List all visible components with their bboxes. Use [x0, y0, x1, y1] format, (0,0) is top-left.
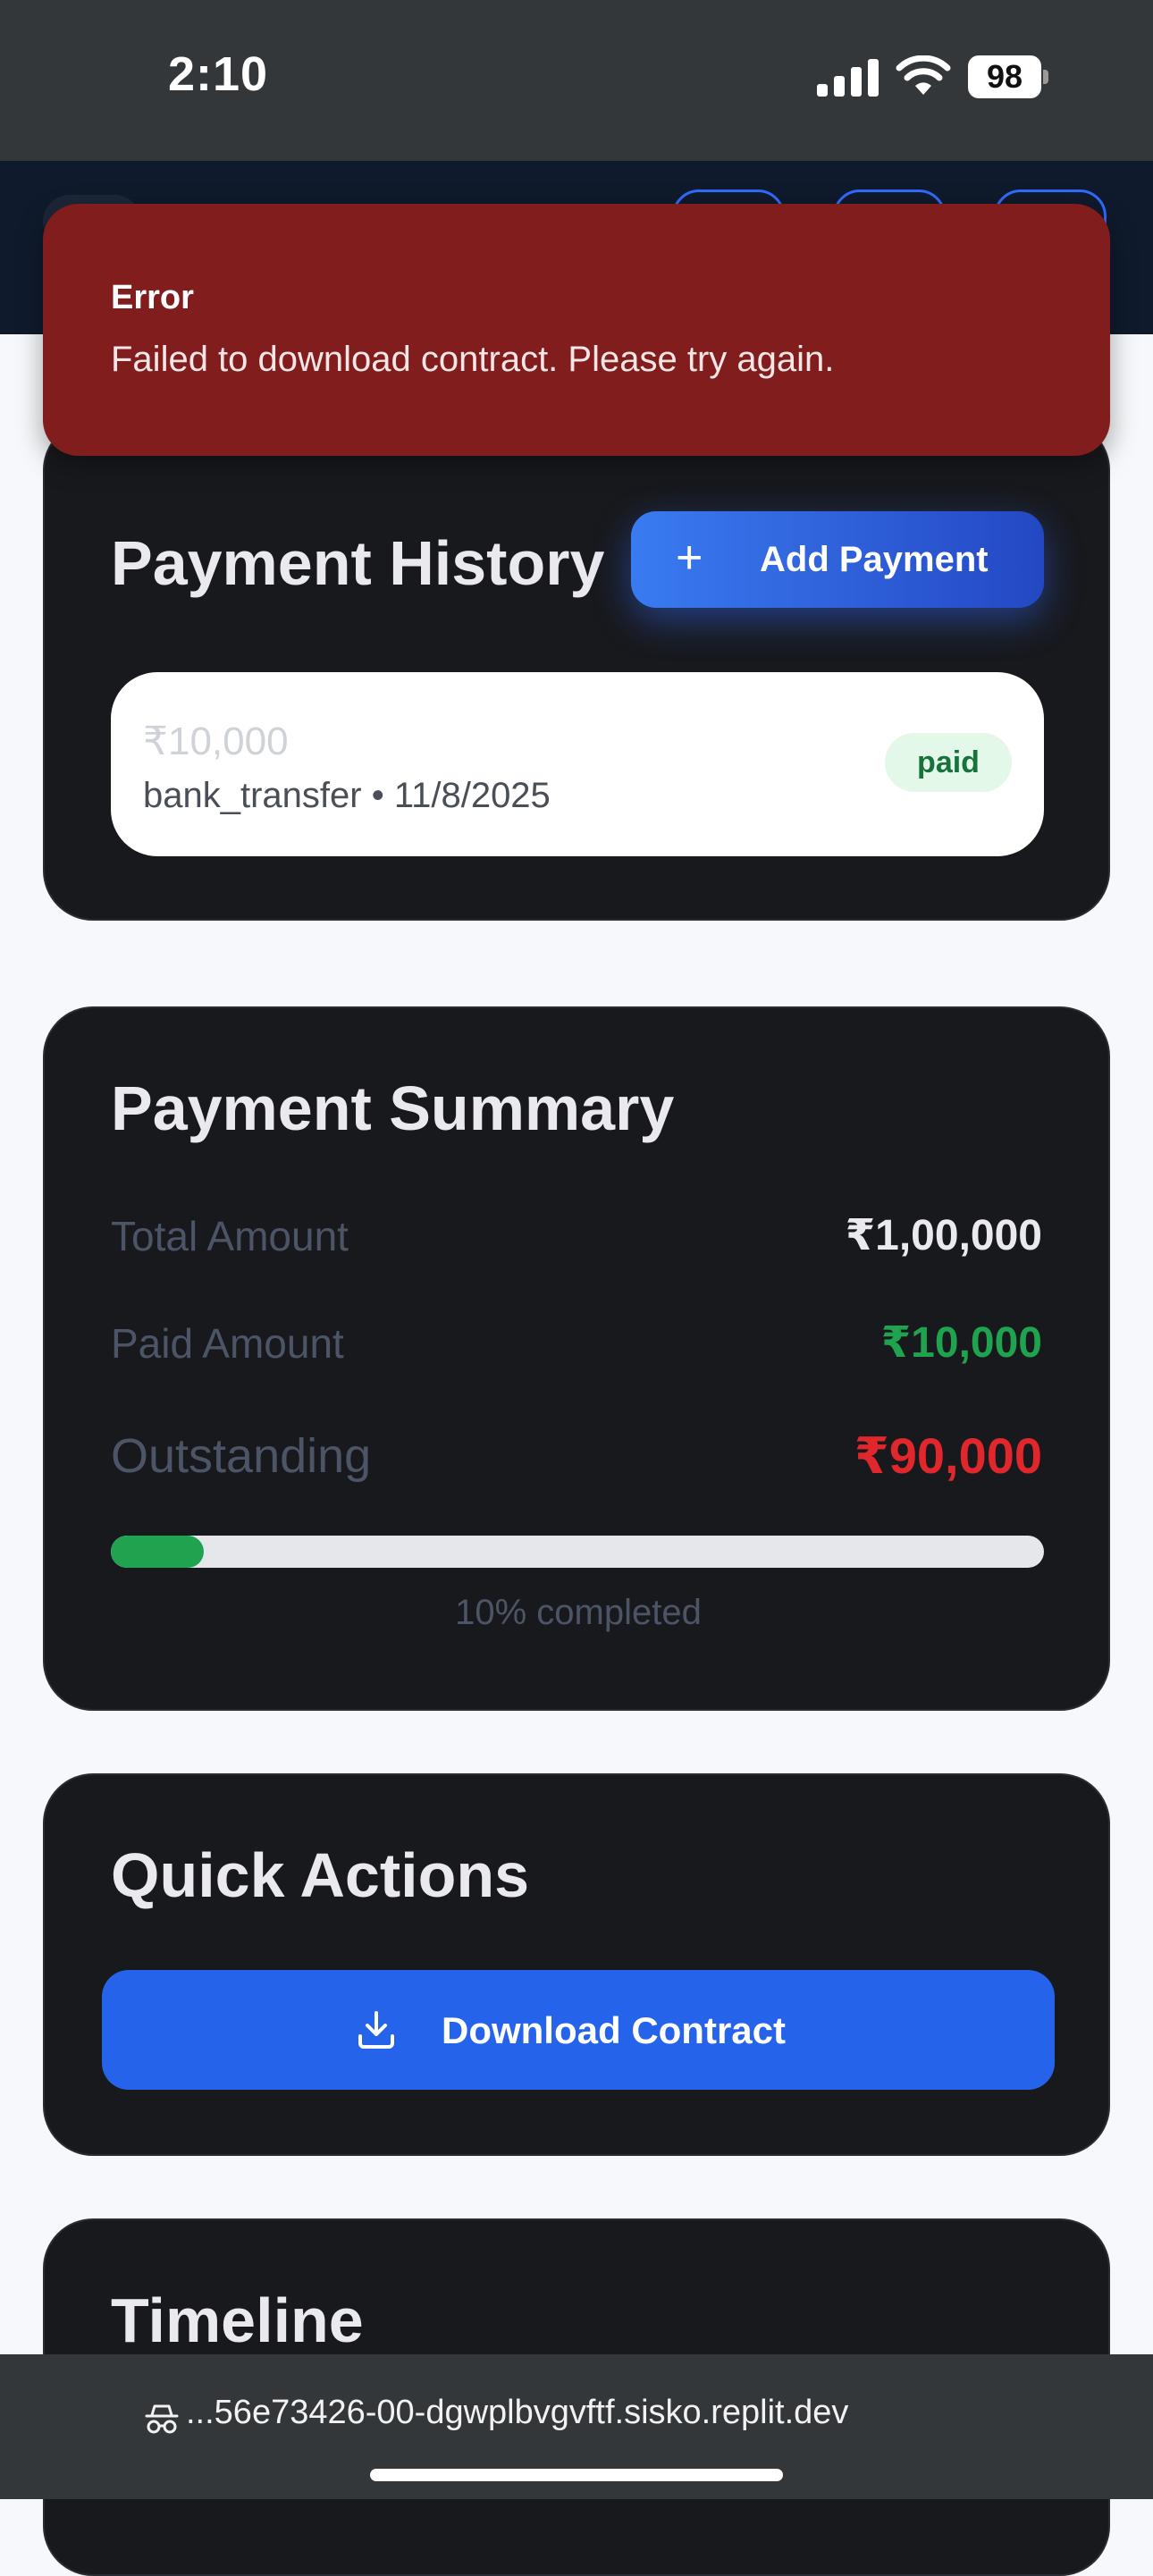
private-browsing-icon	[145, 2404, 179, 2434]
status-badge: paid	[885, 733, 1012, 792]
paid-amount-value: ₹10,000	[880, 1319, 1042, 1367]
total-amount-label: Total Amount	[111, 1213, 349, 1259]
payment-history-title: Payment History	[111, 528, 605, 598]
add-payment-label: Add Payment	[760, 540, 989, 579]
payment-method-date: bank_transfer • 11/8/2025	[143, 776, 551, 815]
total-amount-value: ₹1,00,000	[845, 1212, 1042, 1259]
download-contract-label: Download Contract	[442, 2009, 786, 2051]
payment-list-item[interactable]: ₹10,000 bank_transfer • 11/8/2025 paid	[111, 672, 1044, 856]
home-indicator[interactable]	[370, 2469, 783, 2481]
timeline-title: Timeline	[111, 2286, 364, 2355]
toast-message: Failed to download contract. Please try …	[111, 340, 835, 379]
plus-icon: +	[676, 532, 703, 584]
wifi-icon	[896, 55, 951, 95]
payment-progress-fill	[111, 1536, 205, 1568]
download-contract-button[interactable]: Download Contract	[102, 1970, 1055, 2090]
outstanding-label: Outstanding	[111, 1429, 372, 1483]
quick-actions-title: Quick Actions	[111, 1840, 530, 1910]
payment-amount: ₹10,000	[143, 720, 289, 763]
add-payment-button[interactable]: + Add Payment	[631, 511, 1044, 608]
toast-title: Error	[111, 279, 194, 316]
paid-amount-label: Paid Amount	[111, 1320, 344, 1367]
url-text[interactable]: ...56e73426-00-dgwplbvgvftf.sisko.replit…	[186, 2394, 848, 2432]
cellular-signal-icon	[817, 59, 879, 97]
payment-summary-card: Payment Summary Total Amount ₹1,00,000 P…	[43, 1006, 1110, 1711]
quick-actions-card: Quick Actions Download Contract	[43, 1773, 1110, 2156]
battery-icon: 98	[968, 55, 1048, 98]
error-toast[interactable]: Error Failed to download contract. Pleas…	[43, 204, 1110, 456]
status-bar: 2:10 98	[0, 0, 1153, 161]
battery-level: 98	[968, 55, 1041, 98]
browser-url-bar[interactable]: ...56e73426-00-dgwplbvgvftf.sisko.replit…	[0, 2354, 1153, 2499]
payment-progress-bar	[111, 1536, 1044, 1568]
progress-text: 10% completed	[455, 1593, 702, 1632]
payment-summary-title: Payment Summary	[111, 1073, 675, 1143]
outstanding-value: ₹90,000	[854, 1427, 1042, 1484]
payment-history-card: Payment History + Add Payment ₹10,000 ba…	[43, 420, 1110, 921]
status-time: 2:10	[168, 47, 269, 101]
download-icon	[358, 2011, 394, 2049]
